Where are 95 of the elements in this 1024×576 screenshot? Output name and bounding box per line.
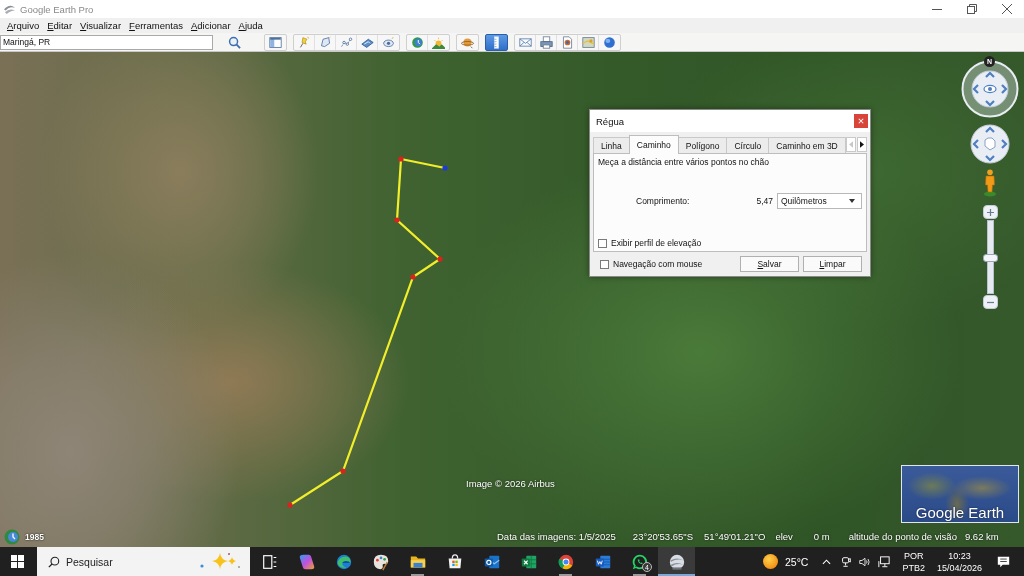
caret-icon [849,199,855,203]
menu-item[interactable]: Ferramentas [125,18,187,33]
ruler-tab[interactable]: Círculo [726,137,770,153]
pegman-icon[interactable] [983,169,997,197]
path-vertex-icon [437,256,443,262]
clock-date[interactable]: 15/04/2026 [936,561,982,574]
minimize-icon [931,8,942,10]
zoom-slider-thumb[interactable] [983,254,998,262]
camera-icon[interactable] [840,555,853,568]
menu-item[interactable]: Ajuda [234,18,267,33]
path-vertex-icon [394,217,400,223]
tool-description: Meça a distância entre vários pontos no chão [598,157,771,167]
browser-icon [556,552,575,571]
globe-icon [603,35,616,49]
logo-text: Google Earth [915,505,1005,520]
restore-icon [966,4,977,14]
longitude: 51°49'01.21"O [704,531,766,542]
checkbox-label: Navegação com mouse [613,259,703,269]
close-icon [1001,4,1012,14]
eye-altitude-value: 9.62 km [964,531,999,542]
chevron-up-icon[interactable] [822,558,832,565]
search-icon [48,556,60,568]
sun-icon[interactable] [762,554,778,569]
camcorder-icon [382,35,395,49]
globe-icon [667,552,686,571]
overview-map[interactable]: Google Earth [901,465,1019,523]
planets-tool-button[interactable] [456,33,479,51]
move-control[interactable] [970,124,1010,164]
plus-icon [987,208,994,216]
menu-item[interactable]: Adicionar [186,18,235,33]
right-triangle-icon [860,141,864,148]
imagery-date: Data das imagens: 1/5/2025 [497,531,616,542]
speaker-icon[interactable] [859,555,872,568]
clock-time[interactable]: 10:23 [948,549,971,562]
path-vertex-icon [398,156,404,162]
checkbox-label: Exibir perfil de elevação [611,238,702,248]
latitude: 23°20'53.65"S [632,531,694,542]
gradient-blob-icon [297,552,316,571]
ruler-tool-button[interactable] [485,33,508,51]
input-language[interactable]: POR [903,549,924,562]
dialog-title: Régua [596,115,624,127]
zoom-out-button[interactable] [983,295,998,309]
ruler-tab[interactable]: Polígono [677,137,728,153]
weather-temperature[interactable]: 25°C [784,555,809,568]
menu-item[interactable]: Editar [43,18,77,33]
menu-item[interactable]: Visualizar [76,18,126,33]
zoom-in-button[interactable] [983,205,998,219]
elevation-profile-checkbox[interactable] [598,238,607,248]
dialog-button[interactable]: Limpar [803,256,862,272]
path-vertex-icon [340,468,346,474]
tab-scroll-right-button[interactable] [857,137,867,152]
task-view-icon [260,552,279,571]
app-logo-icon [3,3,16,15]
imagery-attribution: Image © 2026 Airbus [466,478,555,489]
eye-altitude-label: altitude do ponto de visão [848,531,957,542]
clock-icon[interactable] [4,529,20,545]
look-control[interactable] [961,60,1019,118]
sidebar-icon [269,35,282,49]
taskbar-app-button[interactable] [658,547,695,576]
swirl-icon [334,552,353,571]
start-icon [10,555,24,568]
pushpin-icon [297,35,311,49]
chat-bubble-icon [630,552,649,571]
window-title: Google Earth Pro [20,3,94,15]
left-triangle-icon [849,141,853,148]
unit-dropdown[interactable]: Quilômetros [777,193,862,209]
map-icon [581,35,595,49]
palette-icon [371,552,390,571]
sidebar-tool-button[interactable] [264,33,287,51]
elevation-label: elev [775,531,793,542]
mouse-navigation-checkbox[interactable] [600,259,609,269]
sparkle-icon [198,551,242,571]
path-end-icon [442,165,448,171]
length-value: 5,47 [756,196,773,206]
taskbar-search-field[interactable]: Pesquisar [37,547,250,576]
location-search-field[interactable]: Maringá, PR [0,34,213,50]
polygon-icon [318,35,332,49]
ruler-tab[interactable]: Linha [593,137,630,153]
length-label: Comprimento: [636,196,690,206]
elevation-value: 0 m [813,531,830,542]
ruler-tab[interactable]: Caminho [628,135,679,154]
close-icon [858,118,864,124]
sunrise-icon [432,35,445,49]
menu-item[interactable]: Arquivo [3,18,44,33]
search-icon [227,35,241,49]
ruler-tab[interactable]: Caminho em 3D [768,137,846,153]
notification-icon[interactable] [997,555,1010,568]
dialog-close-button[interactable] [854,114,868,128]
path-vertex-icon [410,274,416,280]
network-monitor-icon[interactable] [878,555,891,568]
planet-icon [461,35,474,49]
path-vertex-icon [287,502,293,508]
keyboard-layout[interactable]: PTB2 [902,561,925,574]
historical-year: 1985 [25,532,44,542]
dialog-button[interactable]: Salvar [740,256,799,272]
